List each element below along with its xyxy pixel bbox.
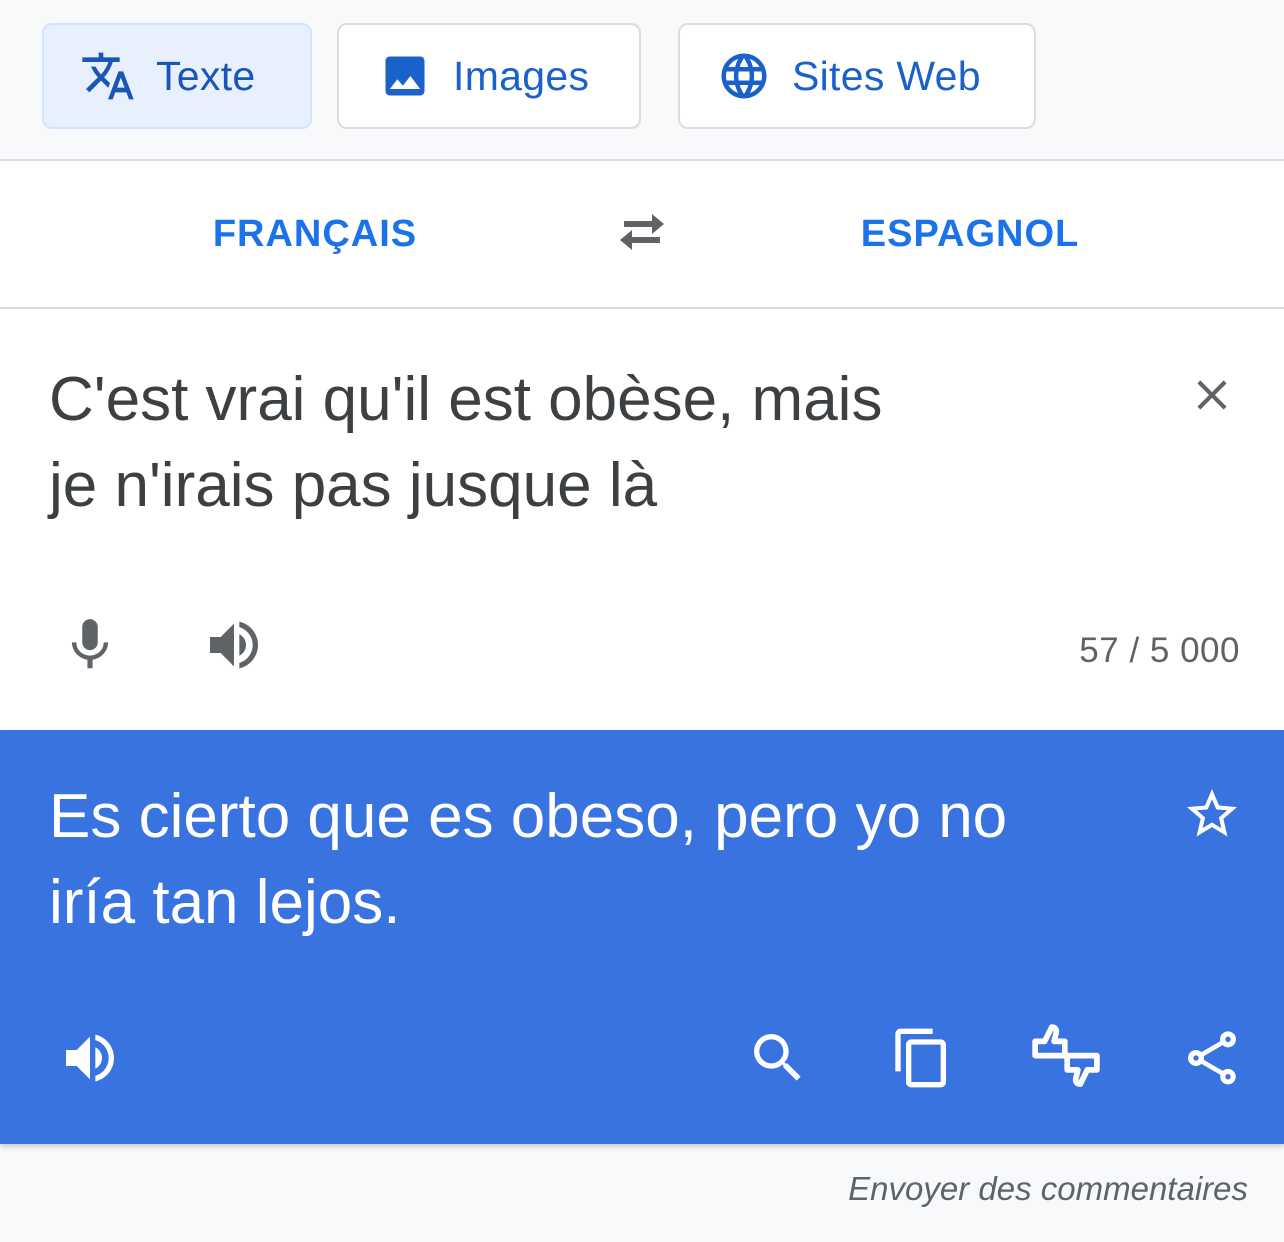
clear-text-button[interactable] bbox=[1180, 365, 1244, 429]
source-panel[interactable]: C'est vrai qu'il est obèse, mais je n'ir… bbox=[0, 309, 1284, 730]
translation-text: Es cierto que es obeso, pero yo no iría … bbox=[49, 774, 1129, 946]
source-text-line: C'est vrai qu'il est obèse, mais bbox=[49, 365, 883, 434]
share-translation-button[interactable] bbox=[1176, 1024, 1248, 1096]
rate-translation-icon bbox=[1028, 1020, 1104, 1101]
character-count: 57 / 5 000 bbox=[1079, 631, 1240, 670]
mode-tabs-bar: Texte Images Sites Web bbox=[0, 0, 1284, 161]
copy-translation-button[interactable] bbox=[886, 1024, 958, 1096]
listen-translation-button[interactable] bbox=[54, 1024, 126, 1096]
search-icon bbox=[746, 1026, 810, 1095]
translate-icon bbox=[80, 48, 136, 104]
translate-page: Texte Images Sites Web FRANÇAIS ESPAGNOL bbox=[0, 0, 1284, 1242]
microphone-button[interactable] bbox=[58, 611, 122, 683]
tab-text-label: Texte bbox=[156, 52, 256, 99]
tab-images-label: Images bbox=[453, 52, 590, 99]
globe-icon bbox=[716, 48, 772, 104]
tab-sites-label: Sites Web bbox=[792, 52, 981, 99]
source-language-button[interactable]: FRANÇAIS bbox=[120, 161, 510, 307]
source-text-line: je n'irais pas jusque là bbox=[49, 451, 658, 520]
source-text-input[interactable]: C'est vrai qu'il est obèse, mais je n'ir… bbox=[49, 357, 1049, 529]
language-bar: FRANÇAIS ESPAGNOL bbox=[0, 161, 1284, 309]
speaker-icon bbox=[202, 613, 266, 682]
save-translation-button[interactable] bbox=[1178, 782, 1246, 850]
target-language-button[interactable]: ESPAGNOL bbox=[780, 161, 1160, 307]
close-icon bbox=[1187, 370, 1237, 425]
copy-icon bbox=[890, 1026, 954, 1095]
microphone-icon bbox=[59, 614, 121, 681]
tab-sites-web[interactable]: Sites Web bbox=[678, 23, 1036, 129]
swap-arrows-icon bbox=[612, 208, 672, 261]
speaker-icon bbox=[58, 1026, 122, 1095]
rate-translation-button[interactable] bbox=[1030, 1023, 1102, 1096]
swap-languages-button[interactable] bbox=[606, 203, 678, 265]
share-icon bbox=[1180, 1026, 1244, 1095]
translation-text-line: iría tan lejos. bbox=[49, 868, 401, 937]
tab-text[interactable]: Texte bbox=[42, 23, 312, 129]
image-icon bbox=[377, 48, 433, 104]
star-icon bbox=[1182, 784, 1242, 849]
search-translation-button[interactable] bbox=[742, 1024, 814, 1096]
tab-images[interactable]: Images bbox=[337, 23, 641, 129]
translation-text-line: Es cierto que es obeso, pero yo no bbox=[49, 782, 1008, 851]
translation-panel: Es cierto que es obeso, pero yo no iría … bbox=[0, 730, 1284, 1144]
listen-source-button[interactable] bbox=[200, 615, 268, 679]
send-feedback-link[interactable]: Envoyer des commentaires bbox=[848, 1170, 1248, 1208]
